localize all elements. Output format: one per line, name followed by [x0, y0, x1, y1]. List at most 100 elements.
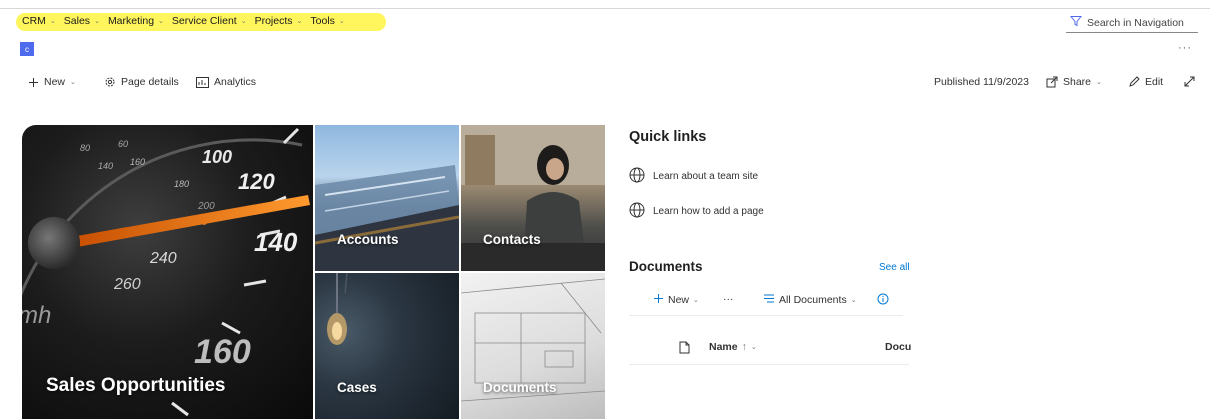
- file-type-column[interactable]: [679, 341, 690, 357]
- hero-tile-documents[interactable]: Documents: [461, 273, 605, 419]
- info-icon: [877, 293, 889, 308]
- more-options-icon[interactable]: ···: [1178, 42, 1192, 54]
- speedometer-number: 160: [130, 157, 145, 167]
- quick-link-label: Learn how to add a page: [653, 206, 764, 217]
- new-button[interactable]: New ⌄: [28, 76, 76, 88]
- documents-view-selector[interactable]: All Documents ⌄: [763, 293, 857, 307]
- hero-tile-accounts[interactable]: Accounts: [315, 125, 459, 271]
- chevron-down-icon: ⌄: [750, 344, 757, 351]
- quick-link-item[interactable]: Learn how to add a page: [629, 202, 764, 221]
- speedometer-number: 80: [80, 143, 90, 153]
- document-icon: [679, 341, 690, 357]
- speedometer-hub: [28, 217, 80, 269]
- speedometer-number: 140: [254, 227, 298, 257]
- speedometer-number: mh: [22, 302, 51, 329]
- documents-new-label: New: [668, 294, 690, 306]
- nav-item-label: Projects: [254, 15, 293, 27]
- analytics-button[interactable]: Analytics: [196, 76, 256, 88]
- filter-icon: [1069, 15, 1083, 30]
- hero-tile-title: Documents: [483, 380, 557, 395]
- speedometer-number: 100: [202, 147, 232, 167]
- nav-item-projects[interactable]: Projects ⌄: [255, 15, 303, 27]
- share-icon: [1046, 76, 1058, 88]
- chevron-down-icon: ⌄: [850, 297, 857, 304]
- sort-ascending-icon: ↑: [741, 341, 747, 353]
- chevron-down-icon: ⌄: [338, 18, 345, 25]
- top-navigation: CRM ⌄ Sales ⌄ Marketing ⌄ Service Client…: [0, 8, 1210, 34]
- nav-item-service-client[interactable]: Service Client ⌄: [172, 15, 247, 27]
- analytics-icon: [196, 76, 209, 88]
- expand-button[interactable]: [1184, 76, 1195, 87]
- page-details-button[interactable]: Page details: [104, 76, 179, 88]
- navigation-search[interactable]: Search in Navigation: [1066, 13, 1198, 33]
- blueprint-image: [461, 278, 605, 402]
- chevron-down-icon: ⌄: [1096, 79, 1102, 86]
- quick-link-label: Learn about a team site: [653, 171, 759, 182]
- second-column-label: Docu: [885, 341, 912, 353]
- person-at-desk-image: [461, 125, 605, 271]
- nav-item-tools[interactable]: Tools ⌄: [310, 15, 344, 27]
- info-button[interactable]: [877, 293, 889, 308]
- nav-item-label: Service Client: [171, 15, 237, 27]
- name-column-label: Name: [709, 341, 738, 353]
- edit-label: Edit: [1145, 76, 1164, 88]
- nav-item-label: CRM: [22, 15, 46, 27]
- speedometer-number: 140: [98, 161, 113, 171]
- chevron-down-icon: ⌄: [693, 297, 699, 304]
- expand-icon: [1184, 76, 1195, 87]
- nav-item-sales[interactable]: Sales ⌄: [64, 15, 100, 27]
- speedometer-number: 240: [149, 250, 177, 267]
- more-options-icon: ···: [723, 293, 734, 305]
- speedometer-number: 180: [174, 179, 189, 189]
- chevron-down-icon: ⌄: [94, 18, 100, 25]
- pencil-icon: [1128, 76, 1140, 88]
- hero-tile-sales-opportunities[interactable]: 100 120 140 240 260 160 mh 220 200 180 1…: [22, 125, 313, 419]
- view-list-icon: [763, 293, 775, 307]
- nav-item-label: Tools: [310, 15, 335, 27]
- hero-tile-cases[interactable]: Cases: [315, 273, 459, 419]
- published-status: Published 11/9/2023: [934, 76, 1029, 88]
- speedometer-number: 60: [118, 139, 128, 149]
- edit-button[interactable]: Edit: [1128, 76, 1163, 88]
- hero-tile-contacts[interactable]: Contacts: [461, 125, 605, 271]
- documents-title: Documents: [629, 259, 703, 274]
- hero-tile-title: Accounts: [337, 232, 399, 247]
- page-details-label: Page details: [121, 76, 179, 88]
- documents-more-button[interactable]: ···: [723, 293, 734, 305]
- hero-tile-title: Cases: [337, 380, 377, 395]
- share-label: Share: [1063, 76, 1092, 88]
- name-column-header[interactable]: Name ↑ ⌄: [709, 341, 757, 353]
- nav-item-marketing[interactable]: Marketing ⌄: [108, 15, 164, 27]
- lightbulb-image: [327, 273, 348, 345]
- site-logo[interactable]: c: [20, 42, 34, 56]
- documents-column-header: Name ↑ ⌄ Docu: [629, 337, 911, 365]
- new-button-label: New: [44, 76, 66, 88]
- plus-icon: [653, 293, 664, 307]
- chevron-down-icon: ⌄: [70, 79, 76, 86]
- hero-tile-title: Contacts: [483, 232, 541, 247]
- navigation-search-label: Search in Navigation: [1087, 16, 1184, 29]
- speedometer-number: 260: [113, 276, 141, 293]
- command-bar: New ⌄ Page details Analytics Published 1…: [0, 72, 1210, 96]
- quick-link-item[interactable]: Learn about a team site: [629, 167, 758, 186]
- chevron-down-icon: ⌄: [296, 18, 303, 25]
- hero-tile-title: Sales Opportunities: [46, 375, 226, 396]
- chevron-down-icon: ⌄: [49, 18, 56, 25]
- quick-links-title: Quick links: [629, 129, 707, 145]
- speedometer-number: 200: [197, 201, 215, 212]
- speedometer-number: 160: [194, 333, 251, 371]
- share-button[interactable]: Share ⌄: [1046, 76, 1102, 88]
- nav-item-crm[interactable]: CRM ⌄: [22, 15, 56, 27]
- plus-icon: [28, 77, 39, 88]
- analytics-label: Analytics: [214, 76, 257, 88]
- building-image: [315, 165, 459, 271]
- see-all-link[interactable]: See all: [879, 262, 910, 273]
- globe-icon: [629, 167, 645, 186]
- globe-icon: [629, 202, 645, 221]
- documents-new-button[interactable]: New ⌄: [653, 293, 699, 307]
- documents-command-bar: New ⌄ ··· All Documents ⌄: [629, 288, 903, 316]
- second-column-header[interactable]: Docu: [885, 341, 911, 353]
- nav-item-label: Sales: [63, 15, 91, 27]
- speedometer-number: 120: [238, 169, 275, 194]
- gear-icon: [104, 76, 116, 88]
